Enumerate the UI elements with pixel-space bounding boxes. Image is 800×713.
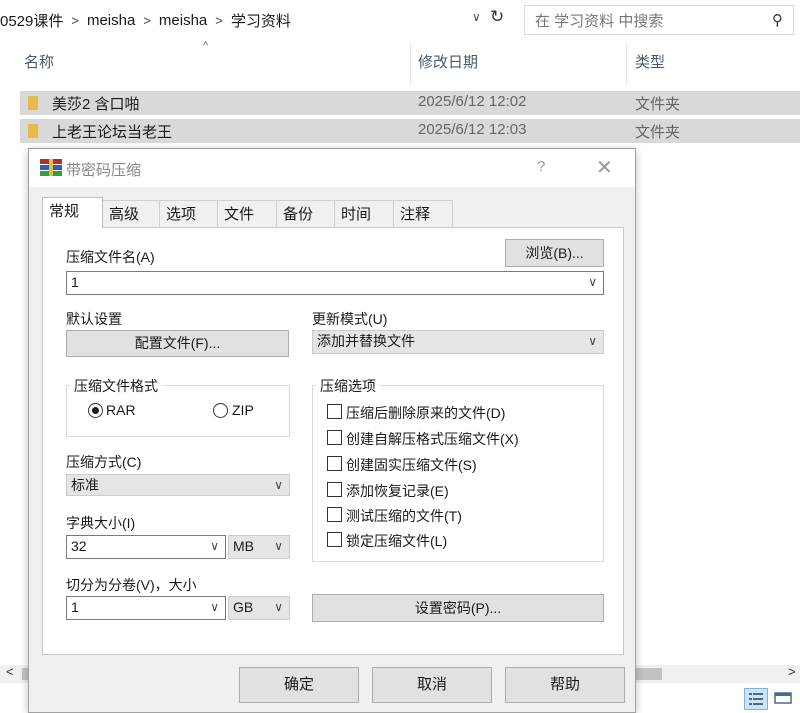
list-item[interactable]: 美莎2 含口啪 2025/6/12 12:02 文件夹 <box>20 91 800 115</box>
split-volumes-select[interactable]: 1 ∨ <box>66 596 226 620</box>
winrar-icon <box>40 159 62 176</box>
test-files-label[interactable]: 测试压缩的文件(T) <box>346 506 462 526</box>
format-zip-label[interactable]: ZIP <box>232 402 254 418</box>
split-volumes-label: 切分为分卷(V)，大小 <box>66 577 197 593</box>
chevron-down-icon[interactable]: ∨ <box>274 536 283 556</box>
breadcrumb-item[interactable]: 0529课件 <box>0 10 63 31</box>
chevron-down-icon[interactable]: ∨ <box>588 331 597 351</box>
recovery-record-label[interactable]: 添加恢复记录(E) <box>346 481 449 501</box>
search-placeholder: 在 学习资料 中搜索 <box>535 12 664 30</box>
tab-comment[interactable]: 注释 <box>393 200 453 227</box>
delete-after-label[interactable]: 压缩后删除原来的文件(D) <box>346 403 505 423</box>
column-header-date[interactable]: 修改日期 <box>418 48 478 84</box>
close-icon[interactable]: ✕ <box>596 155 613 180</box>
search-input[interactable]: 在 学习资料 中搜索 ⚲ <box>524 5 794 35</box>
file-type: 文件夹 <box>635 96 681 113</box>
compression-method-value: 标准 <box>71 477 99 493</box>
solid-checkbox[interactable] <box>327 456 342 471</box>
tab-time[interactable]: 时间 <box>334 200 394 227</box>
chevron-down-icon[interactable]: ∨ <box>210 597 219 617</box>
file-date: 2025/6/12 12:02 <box>418 93 527 110</box>
column-divider[interactable] <box>626 44 627 84</box>
dictionary-size-value: 32 <box>71 538 87 554</box>
split-volumes-value: 1 <box>71 599 79 615</box>
chevron-down-icon[interactable]: ∨ <box>210 536 219 556</box>
file-name: 上老王论坛当老王 <box>52 124 173 141</box>
dictionary-unit-value: MB <box>233 538 254 554</box>
dictionary-size-select[interactable]: 32 ∨ <box>66 535 226 559</box>
scroll-right-icon[interactable]: > <box>788 664 796 679</box>
dictionary-size-label: 字典大小(I) <box>66 515 136 531</box>
update-mode-value: 添加并替换文件 <box>317 333 415 349</box>
profiles-button[interactable]: 配置文件(F)... <box>66 330 289 357</box>
update-mode-select[interactable]: 添加并替换文件 ∨ <box>312 330 604 354</box>
cancel-button[interactable]: 取消 <box>372 667 492 703</box>
archive-format-label: 压缩文件格式 <box>70 376 162 396</box>
ok-button[interactable]: 确定 <box>239 667 359 703</box>
chevron-down-icon[interactable]: ∨ <box>588 272 597 292</box>
chevron-right-icon: > <box>143 12 151 28</box>
browse-button[interactable]: 浏览(B)... <box>505 239 604 267</box>
split-unit-value: GB <box>233 599 254 615</box>
column-header-type[interactable]: 类型 <box>635 48 665 84</box>
file-name: 美莎2 含口啪 <box>52 96 140 113</box>
format-rar-radio[interactable] <box>88 403 103 418</box>
tab-options[interactable]: 选项 <box>159 200 218 227</box>
recovery-record-checkbox[interactable] <box>327 482 342 497</box>
update-mode-label: 更新模式(U) <box>312 311 388 327</box>
chevron-down-icon[interactable]: ∨ <box>274 597 283 617</box>
chevron-down-icon[interactable]: ∨ <box>472 10 481 24</box>
sfx-label[interactable]: 创建自解压格式压缩文件(X) <box>346 429 519 449</box>
details-view-icon[interactable] <box>744 688 768 710</box>
solid-label[interactable]: 创建固实压缩文件(S) <box>346 455 477 475</box>
large-icons-view-icon[interactable] <box>772 688 796 710</box>
tab-general[interactable]: 常规 <box>42 197 103 228</box>
compression-method-select[interactable]: 标准 ∨ <box>66 474 290 496</box>
help-icon[interactable]: ? <box>537 158 545 175</box>
tab-advanced[interactable]: 高级 <box>102 200 160 227</box>
folder-icon <box>28 124 38 138</box>
breadcrumb-item[interactable]: 学习资料 <box>231 10 291 31</box>
folder-icon <box>28 96 38 110</box>
file-date: 2025/6/12 12:03 <box>418 121 527 138</box>
compression-method-label: 压缩方式(C) <box>66 454 142 470</box>
test-files-checkbox[interactable] <box>327 507 342 522</box>
sort-ascending-icon: ^ <box>203 40 209 52</box>
file-type: 文件夹 <box>635 124 681 141</box>
chevron-right-icon: > <box>215 12 223 28</box>
breadcrumb-item[interactable]: meisha <box>87 12 135 29</box>
tab-files[interactable]: 文件 <box>217 200 277 227</box>
lock-archive-checkbox[interactable] <box>327 532 342 547</box>
default-settings-label: 默认设置 <box>66 311 122 327</box>
chevron-right-icon: > <box>71 12 79 28</box>
dictionary-unit-select[interactable]: MB ∨ <box>228 535 290 559</box>
archive-name-label: 压缩文件名(A) <box>66 249 155 265</box>
archive-name-value: 1 <box>71 274 79 290</box>
dialog-title: 带密码压缩 <box>66 162 142 179</box>
search-icon[interactable]: ⚲ <box>772 11 783 29</box>
scroll-left-icon[interactable]: < <box>6 664 14 679</box>
set-password-button[interactable]: 设置密码(P)... <box>312 594 604 622</box>
lock-archive-label[interactable]: 锁定压缩文件(L) <box>346 531 447 551</box>
list-item[interactable]: 上老王论坛当老王 2025/6/12 12:03 文件夹 <box>20 119 800 143</box>
address-bar[interactable]: 0529课件 > meisha > meisha > 学习资料 <box>0 5 520 35</box>
refresh-icon[interactable]: ↻ <box>490 7 504 27</box>
column-header-name[interactable]: 名称 <box>24 48 54 84</box>
tab-backup[interactable]: 备份 <box>276 200 335 227</box>
chevron-down-icon[interactable]: ∨ <box>274 475 283 495</box>
split-unit-select[interactable]: GB ∨ <box>228 596 290 620</box>
help-button[interactable]: 帮助 <box>505 667 625 703</box>
breadcrumb-item[interactable]: meisha <box>159 12 207 29</box>
delete-after-checkbox[interactable] <box>327 404 342 419</box>
archive-name-input[interactable]: 1 ∨ <box>66 271 604 295</box>
compression-options-label: 压缩选项 <box>316 376 380 396</box>
sfx-checkbox[interactable] <box>327 430 342 445</box>
format-rar-label[interactable]: RAR <box>106 402 136 418</box>
format-zip-radio[interactable] <box>213 403 228 418</box>
column-divider[interactable] <box>410 44 411 84</box>
